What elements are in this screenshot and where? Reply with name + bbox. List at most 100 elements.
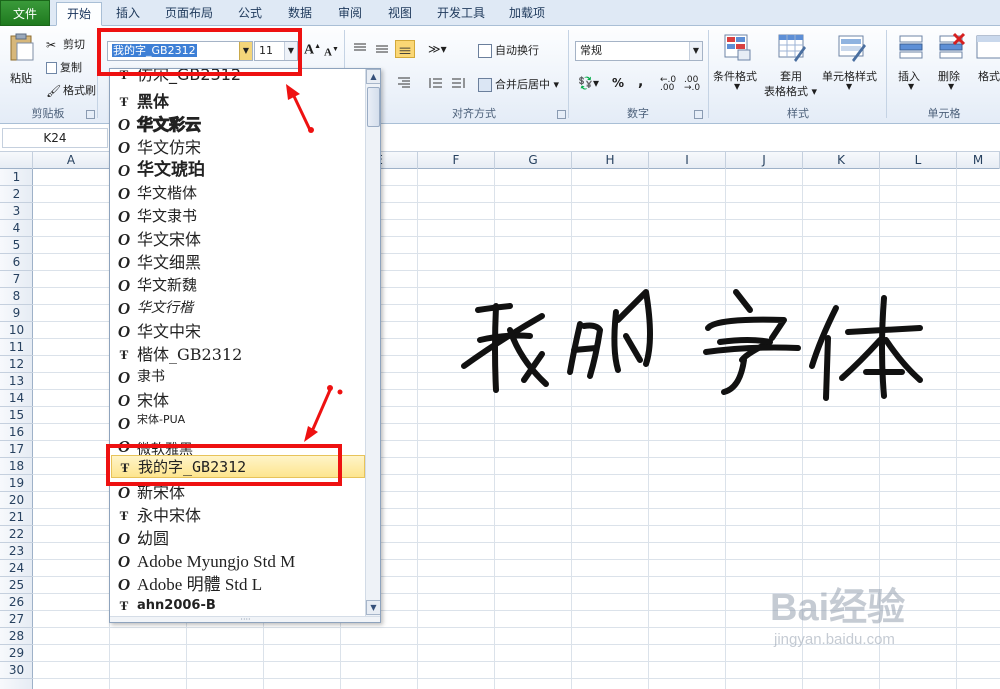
row-header[interactable]: 28 — [0, 628, 33, 645]
row-header[interactable]: 12 — [0, 356, 33, 373]
resize-grip-icon[interactable]: ···· — [110, 616, 380, 622]
row-header[interactable]: 13 — [0, 373, 33, 390]
decrease-decimal-icon[interactable]: .00 →.0 — [684, 76, 700, 93]
dropdown-scrollbar[interactable]: ▲ ▼ — [365, 69, 380, 616]
grow-font-icon[interactable]: A▲ — [304, 42, 321, 59]
row-header[interactable]: 9 — [0, 305, 33, 322]
row-header[interactable]: 17 — [0, 441, 33, 458]
cell-styles-icon[interactable] — [836, 32, 866, 62]
tab-insert[interactable]: 插入 — [106, 2, 150, 26]
row-header[interactable]: 25 — [0, 577, 33, 594]
column-header[interactable]: L — [880, 152, 957, 169]
format-as-table-label1[interactable]: 套用 — [780, 68, 802, 84]
row-header[interactable]: 4 — [0, 220, 33, 237]
format-cells-icon[interactable] — [974, 32, 1000, 62]
number-launcher-icon[interactable] — [694, 110, 703, 119]
row-header[interactable]: 8 — [0, 288, 33, 305]
comma-button[interactable]: , — [638, 74, 643, 90]
row-header[interactable]: 15 — [0, 407, 33, 424]
row-header[interactable]: 6 — [0, 254, 33, 271]
row-header[interactable]: 5 — [0, 237, 33, 254]
column-header[interactable]: J — [726, 152, 803, 169]
font-list-item[interactable]: O Adobe 明體 Std L — [111, 573, 365, 596]
tab-file[interactable]: 文件 — [0, 0, 50, 26]
font-list-item[interactable]: Ŧ 永中宋体 — [111, 504, 365, 527]
font-list-item[interactable]: Ŧahn2006-B — [111, 594, 365, 617]
row-header[interactable]: 16 — [0, 424, 33, 441]
row-header[interactable]: 7 — [0, 271, 33, 288]
column-header[interactable]: I — [649, 152, 726, 169]
merge-center-button[interactable]: 合并后居中 ▾ — [478, 76, 559, 92]
tab-page-layout[interactable]: 页面布局 — [156, 2, 222, 26]
row-header[interactable]: 18 — [0, 458, 33, 475]
shrink-font-icon[interactable]: A▼ — [324, 45, 339, 59]
percent-button[interactable]: % — [612, 76, 624, 90]
tab-formulas[interactable]: 公式 — [228, 2, 272, 26]
row-header[interactable]: 11 — [0, 339, 33, 356]
column-header[interactable]: M — [957, 152, 1000, 169]
copy-button[interactable]: 复制 — [46, 59, 82, 75]
font-list-item[interactable]: O 华文仿宋 — [111, 136, 365, 159]
row-header[interactable]: 30 — [0, 662, 33, 679]
paste-button[interactable]: 粘贴 — [10, 70, 32, 86]
tab-data[interactable]: 数据 — [278, 2, 322, 26]
align-right-icon[interactable] — [396, 76, 412, 90]
row-header[interactable]: 1 — [0, 169, 33, 186]
scroll-up-icon[interactable]: ▲ — [366, 69, 380, 84]
font-list-item[interactable]: O 华文中宋 — [111, 320, 365, 343]
chevron-down-icon[interactable]: ▼ — [689, 42, 702, 60]
insert-cells-icon[interactable] — [896, 32, 926, 62]
column-header[interactable]: H — [572, 152, 649, 169]
column-header[interactable]: F — [418, 152, 495, 169]
format-as-table-label2[interactable]: 表格格式 ▾ — [764, 83, 817, 99]
chevron-down-icon[interactable]: ▼ — [734, 82, 740, 91]
column-header[interactable]: G — [495, 152, 572, 169]
column-header[interactable]: K — [803, 152, 880, 169]
row-header[interactable]: 26 — [0, 594, 33, 611]
cut-button[interactable]: ✂ 剪切 — [46, 36, 85, 52]
orientation-icon[interactable]: ≫▾ — [428, 42, 447, 56]
font-list-item[interactable]: O 华文宋体 — [111, 228, 365, 251]
scroll-down-icon[interactable]: ▼ — [366, 600, 380, 615]
format-as-table-icon[interactable] — [776, 32, 806, 62]
align-bottom-icon[interactable] — [395, 40, 415, 58]
paste-icon[interactable] — [6, 32, 36, 62]
increase-indent-icon[interactable] — [450, 76, 466, 90]
conditional-format-icon[interactable] — [722, 32, 752, 62]
font-list-item[interactable]: O Adobe Myungjo Std M — [111, 550, 365, 573]
currency-icon[interactable]: 💱▾ — [578, 76, 599, 90]
row-header[interactable]: 10 — [0, 322, 33, 339]
font-dropdown-list[interactable]: Ŧ 仿宋_GB2312 Ŧ 黑体 O 华文彩云 O 华文仿宋 O 华文琥珀 O 华文楷体 O… — [109, 68, 381, 623]
tab-addins[interactable]: 加载项 — [500, 2, 554, 26]
delete-cells-icon[interactable] — [936, 32, 966, 62]
row-header[interactable]: 14 — [0, 390, 33, 407]
increase-decimal-icon[interactable]: ←.0.00 — [660, 76, 676, 93]
row-header[interactable]: 19 — [0, 475, 33, 492]
align-middle-icon[interactable] — [374, 42, 390, 56]
alignment-launcher-icon[interactable] — [557, 110, 566, 119]
row-header[interactable]: 22 — [0, 526, 33, 543]
number-format-combo[interactable]: 常规 ▼ — [575, 41, 703, 61]
tab-home[interactable]: 开始 — [56, 2, 102, 26]
decrease-indent-icon[interactable] — [428, 76, 444, 90]
chevron-down-icon[interactable]: ▼ — [908, 82, 914, 91]
tab-review[interactable]: 审阅 — [328, 2, 372, 26]
align-top-icon[interactable] — [352, 42, 368, 56]
row-header[interactable]: 3 — [0, 203, 33, 220]
scroll-thumb[interactable] — [367, 87, 380, 127]
wrap-text-button[interactable]: 自动换行 — [478, 42, 539, 58]
row-header[interactable]: 23 — [0, 543, 33, 560]
row-header[interactable]: 27 — [0, 611, 33, 628]
name-box[interactable]: K24 — [2, 128, 108, 148]
font-list-item[interactable]: O 华文细黑 — [111, 251, 365, 274]
chevron-down-icon[interactable]: ▼ — [846, 82, 852, 91]
font-list-item[interactable]: O 华文新魏 — [111, 274, 365, 297]
tab-developer[interactable]: 开发工具 — [428, 2, 494, 26]
row-header[interactable]: 24 — [0, 560, 33, 577]
row-header[interactable]: 29 — [0, 645, 33, 662]
clipboard-launcher-icon[interactable] — [86, 110, 95, 119]
font-list-item[interactable]: O 华文隶书 — [111, 205, 365, 228]
format-cells-button[interactable]: 格式 — [978, 68, 1000, 84]
tab-view[interactable]: 视图 — [378, 2, 422, 26]
row-header[interactable]: 21 — [0, 509, 33, 526]
